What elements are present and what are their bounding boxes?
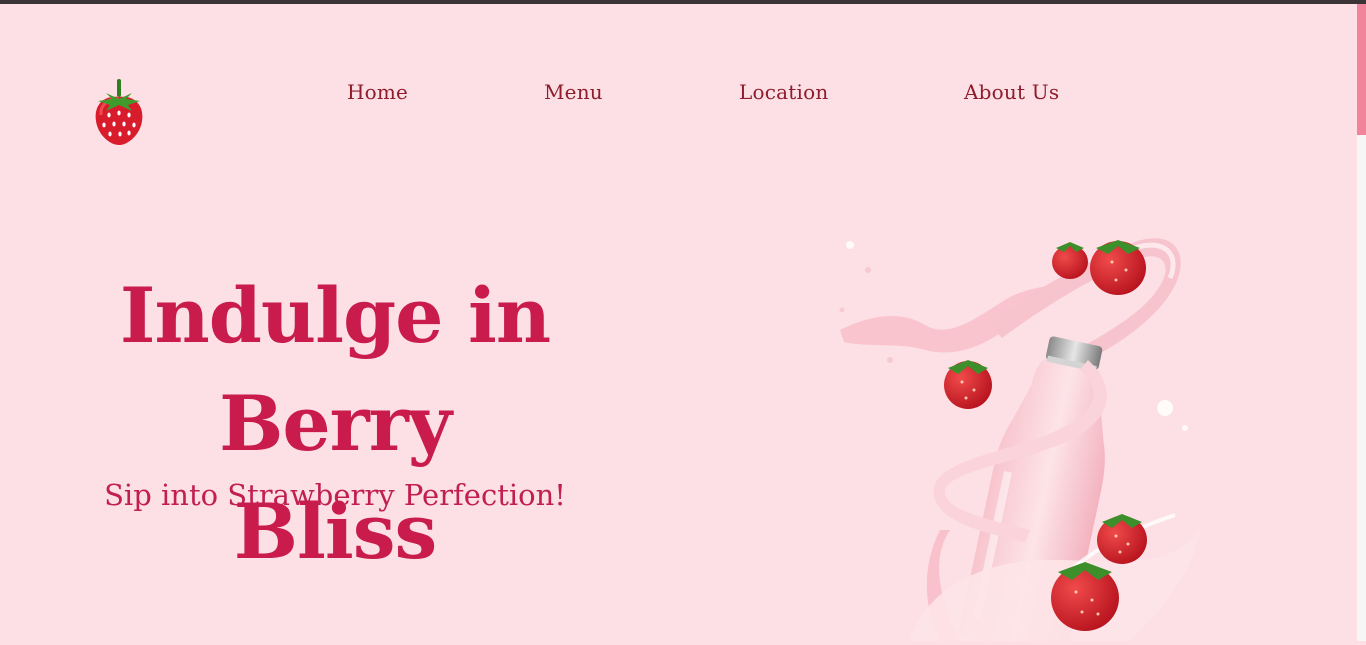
strawberry-milk-bottle-image: [830, 230, 1210, 645]
hero-title-line-1: Indulge in Berry: [119, 271, 551, 468]
scrollbar-thumb[interactable]: [1357, 4, 1366, 135]
nav-home-link[interactable]: Home: [347, 80, 408, 104]
nav-menu-link[interactable]: Menu: [544, 80, 603, 104]
nav-location-link[interactable]: Location: [739, 80, 828, 104]
window-top-border: [0, 0, 1366, 4]
nav-about-us-link[interactable]: About Us: [964, 80, 1059, 104]
strawberry-logo-icon[interactable]: [92, 75, 146, 147]
hero-subtitle: Sip into Strawberry Perfection!: [104, 478, 566, 512]
hero-title: Indulge in Berry Bliss: [0, 262, 670, 586]
